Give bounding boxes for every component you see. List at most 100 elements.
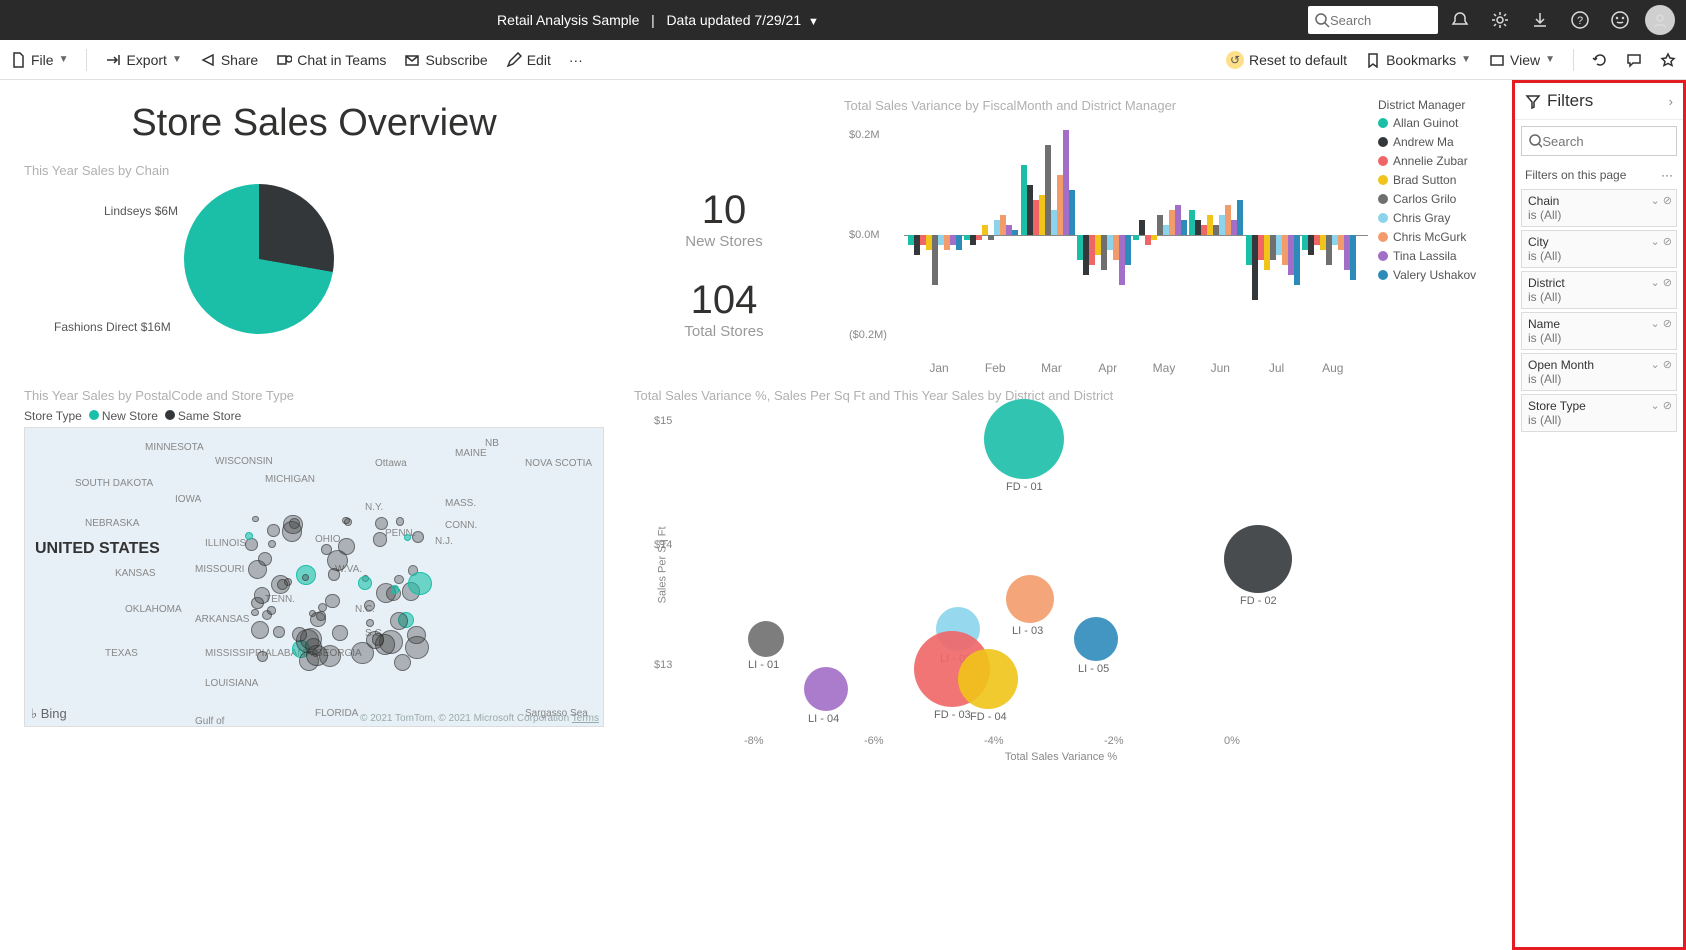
map-bubble[interactable] <box>252 516 259 523</box>
chevron-down-icon[interactable]: ⌄ <box>1651 359 1660 371</box>
chevron-down-icon[interactable]: ⌄ <box>1651 277 1660 289</box>
scatter-bubble[interactable] <box>748 621 784 657</box>
pie-chart[interactable] <box>184 184 334 334</box>
chevron-down-icon[interactable]: ⌄ <box>1651 400 1660 412</box>
map-bubble[interactable] <box>268 540 276 548</box>
chat-teams-button[interactable]: Chat in Teams <box>276 52 386 68</box>
report-title-wrap[interactable]: Retail Analysis Sample | Data updated 7/… <box>8 12 1308 28</box>
variance-bar[interactable] <box>988 235 994 240</box>
map-bubble[interactable] <box>412 531 424 543</box>
map-bubble[interactable] <box>373 532 387 546</box>
map-bubble[interactable] <box>328 568 340 580</box>
legend-item[interactable]: Carlos Grilo <box>1378 192 1492 206</box>
map-bubble[interactable] <box>394 575 404 585</box>
map-bubble[interactable] <box>267 524 279 536</box>
variance-bar[interactable] <box>1133 235 1139 240</box>
variance-bar[interactable] <box>1151 235 1157 240</box>
export-menu[interactable]: Export▼ <box>105 52 181 68</box>
map-bubble[interactable] <box>358 576 372 590</box>
map-bubble[interactable] <box>267 606 275 614</box>
chevron-down-icon[interactable]: ▼ <box>805 16 819 28</box>
legend-item[interactable]: Brad Sutton <box>1378 173 1492 187</box>
scatter-bubble[interactable] <box>1006 575 1054 623</box>
map-bubble[interactable] <box>404 534 411 541</box>
file-menu[interactable]: File▼ <box>10 52 68 68</box>
clear-icon[interactable]: ⊘ <box>1663 195 1672 207</box>
reset-button[interactable]: ↺Reset to default <box>1226 51 1347 69</box>
clear-icon[interactable]: ⊘ <box>1663 400 1672 412</box>
filter-card[interactable]: Store Typeis (All)⌄ ⊘ <box>1521 394 1677 432</box>
scatter-bubble[interactable] <box>984 399 1064 479</box>
variance-bar[interactable] <box>1125 235 1131 265</box>
filter-search-input[interactable] <box>1542 134 1670 149</box>
map-bubble[interactable] <box>245 538 257 550</box>
map-bubble[interactable] <box>338 538 354 554</box>
scatter-bubble[interactable] <box>1224 525 1292 593</box>
filter-card[interactable]: Nameis (All)⌄ ⊘ <box>1521 312 1677 350</box>
clear-icon[interactable]: ⊘ <box>1663 277 1672 289</box>
scatter-chart[interactable]: Total Sales Variance %, Sales Per Sq Ft … <box>634 388 1488 763</box>
variance-bar[interactable] <box>1294 235 1300 285</box>
edit-button[interactable]: Edit <box>506 52 551 68</box>
map-bubble[interactable] <box>394 654 411 671</box>
map-bubble[interactable] <box>257 651 269 663</box>
map-bubble[interactable] <box>271 575 290 594</box>
help-button[interactable]: ? <box>1562 2 1598 38</box>
refresh-button[interactable] <box>1592 52 1608 68</box>
map-bubble[interactable] <box>321 544 332 555</box>
filter-card[interactable]: Chainis (All)⌄ ⊘ <box>1521 189 1677 227</box>
chevron-down-icon[interactable]: ⌄ <box>1651 318 1660 330</box>
scatter-bubble[interactable] <box>804 667 848 711</box>
variance-bar[interactable] <box>1139 220 1145 235</box>
clear-icon[interactable]: ⊘ <box>1663 318 1672 330</box>
notifications-button[interactable] <box>1442 2 1478 38</box>
variance-bar[interactable] <box>956 235 962 250</box>
variance-bar[interactable] <box>1237 200 1243 235</box>
map-bubble[interactable] <box>391 585 400 594</box>
variance-bar[interactable] <box>1181 220 1187 235</box>
map-bubble[interactable] <box>309 610 316 617</box>
scatter-bubble[interactable] <box>1074 617 1118 661</box>
legend-item[interactable]: Allan Guinot <box>1378 116 1492 130</box>
map-bubble[interactable] <box>251 609 259 617</box>
filter-card[interactable]: Open Monthis (All)⌄ ⊘ <box>1521 353 1677 391</box>
comment-button[interactable] <box>1626 52 1642 68</box>
map-bubble[interactable] <box>316 611 326 621</box>
filter-card[interactable]: Cityis (All)⌄ ⊘ <box>1521 230 1677 268</box>
map-bubble[interactable] <box>408 572 432 596</box>
more-icon[interactable]: ··· <box>1661 168 1673 182</box>
clear-icon[interactable]: ⊘ <box>1663 359 1672 371</box>
map-bubble[interactable] <box>325 594 340 609</box>
map-bubble[interactable] <box>342 517 349 524</box>
share-button[interactable]: Share <box>200 52 258 68</box>
variance-bar[interactable] <box>1012 230 1018 235</box>
clear-icon[interactable]: ⊘ <box>1663 236 1672 248</box>
legend-item[interactable]: Chris McGurk <box>1378 230 1492 244</box>
variance-bar[interactable] <box>1069 190 1075 235</box>
map-bubble[interactable] <box>366 619 374 627</box>
bookmarks-menu[interactable]: Bookmarks▼ <box>1365 52 1471 68</box>
chevron-down-icon[interactable]: ⌄ <box>1651 195 1660 207</box>
map-visual[interactable]: UNITED STATES ♭ Bing © 2021 TomTom, © 20… <box>24 427 604 727</box>
filter-search[interactable] <box>1521 126 1677 156</box>
download-button[interactable] <box>1522 2 1558 38</box>
legend-item[interactable]: Chris Gray <box>1378 211 1492 225</box>
chevron-down-icon[interactable]: ⌄ <box>1651 236 1660 248</box>
global-search[interactable] <box>1308 6 1438 34</box>
legend-item[interactable]: Tina Lassila <box>1378 249 1492 263</box>
chevron-right-icon[interactable]: › <box>1669 94 1673 109</box>
map-bubble[interactable] <box>332 625 347 640</box>
map-bubble[interactable] <box>302 574 309 581</box>
feedback-button[interactable] <box>1602 2 1638 38</box>
map-bubble[interactable] <box>273 626 284 637</box>
favorite-button[interactable] <box>1660 52 1676 68</box>
legend-item[interactable]: Annelie Zubar <box>1378 154 1492 168</box>
map-bubble[interactable] <box>390 612 408 630</box>
map-bubble[interactable] <box>251 621 269 639</box>
legend-item[interactable]: Valery Ushakov <box>1378 268 1492 282</box>
global-search-input[interactable] <box>1330 13 1420 28</box>
account-button[interactable] <box>1642 2 1678 38</box>
legend-item[interactable]: Andrew Ma <box>1378 135 1492 149</box>
variance-chart[interactable]: Total Sales Variance by FiscalMonth and … <box>844 98 1488 368</box>
variance-bar[interactable] <box>1350 235 1356 280</box>
